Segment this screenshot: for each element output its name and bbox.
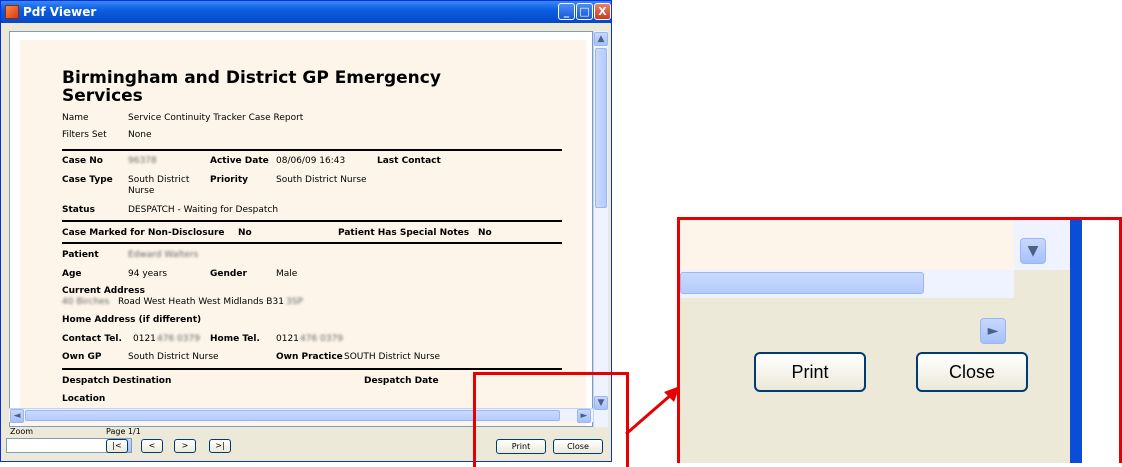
home-tel-prefix: 0121: [276, 334, 299, 344]
window-title: Pdf Viewer: [23, 5, 97, 19]
zoomed-window: ▼ ► Print Close: [680, 220, 1070, 463]
own-gp-value: South District Nurse: [128, 352, 219, 362]
divider: [62, 368, 562, 370]
last-page-button[interactable]: >|: [209, 439, 231, 453]
case-type-value-cont: Nurse: [128, 186, 155, 196]
report-heading: Birmingham and District GP Emergency: [62, 68, 441, 88]
zoomed-print-button: Print: [754, 352, 866, 392]
previous-page-button[interactable]: <: [141, 439, 163, 453]
page-indicator: Page 1/1: [106, 427, 141, 436]
vertical-scrollbar[interactable]: ▲ ▼: [593, 31, 608, 427]
zoomed-page-edge: [680, 220, 1014, 271]
patient-value: Edward Walters: [128, 250, 199, 260]
case-type-label: Case Type: [62, 175, 113, 185]
current-address-value: Road West Heath West Midlands B31: [118, 297, 284, 307]
age-label: Age: [62, 269, 82, 279]
special-notes-value: No: [478, 228, 492, 238]
divider: [62, 242, 562, 244]
zoomed-close-button: Close: [916, 352, 1028, 392]
vertical-scroll-thumb[interactable]: [595, 48, 607, 208]
zoomed-vertical-scrollbar: ▼: [1014, 220, 1070, 270]
name-label: Name: [62, 113, 89, 123]
zoom-label: Zoom: [10, 427, 34, 436]
priority-value: South District Nurse: [276, 175, 367, 185]
age-value: 94 years: [128, 269, 168, 279]
document-viewport[interactable]: Birmingham and District GP Emergency Ser…: [9, 31, 593, 427]
patient-label: Patient: [62, 250, 99, 260]
despatch-destination-label: Despatch Destination: [62, 376, 172, 386]
case-type-value: South District: [128, 175, 190, 185]
status-label: Status: [62, 205, 95, 215]
scroll-left-button[interactable]: ◄: [10, 409, 24, 423]
gender-value: Male: [276, 269, 298, 279]
divider: [62, 149, 562, 151]
filters-label: Filters Set: [62, 130, 107, 140]
priority-label: Priority: [210, 175, 248, 185]
report-heading-cont: Services: [62, 86, 143, 106]
last-contact-label: Last Contact: [377, 156, 441, 166]
own-practice-label: Own Practice: [276, 352, 343, 362]
title-bar[interactable]: Pdf Viewer _ □ X: [1, 1, 611, 23]
zoomed-scroll-down-icon: ▼: [1020, 238, 1046, 264]
first-page-button[interactable]: |<: [106, 439, 128, 453]
minimize-button[interactable]: _: [558, 3, 575, 20]
current-address-postcode: 3SP: [286, 297, 303, 307]
gender-label: Gender: [210, 269, 247, 279]
own-practice-value: SOUTH District Nurse: [344, 352, 441, 362]
app-icon: [5, 5, 19, 19]
case-no-label: Case No: [62, 156, 103, 166]
next-page-button[interactable]: >: [174, 439, 196, 453]
status-value: DESPATCH - Waiting for Despatch: [128, 205, 279, 215]
special-notes-label: Patient Has Special Notes: [338, 228, 470, 238]
contact-tel-label: Contact Tel.: [62, 334, 122, 344]
name-value: Service Continuity Tracker Case Report: [128, 113, 304, 123]
zoomed-horizontal-scrollbar: ►: [680, 270, 1014, 344]
home-tel-value: 476 0379: [300, 334, 343, 344]
active-date-value: 08/06/09 16:43: [276, 156, 346, 166]
filters-value: None: [128, 130, 152, 140]
current-address-house: 40 Birches: [62, 297, 110, 307]
divider: [62, 220, 562, 222]
report-page: Birmingham and District GP Emergency Ser…: [20, 40, 586, 426]
home-tel-label: Home Tel.: [210, 334, 260, 344]
highlight-box: [473, 372, 629, 467]
location-label: Location: [62, 394, 106, 404]
zoomed-scroll-thumb: [680, 272, 924, 294]
nondisclosure-label: Case Marked for Non-Disclosure: [62, 228, 225, 238]
case-no-value: 96378: [128, 156, 157, 166]
despatch-date-label: Despatch Date: [364, 376, 439, 386]
maximize-button[interactable]: □: [576, 3, 593, 20]
home-address-label: Home Address (if different): [62, 315, 202, 325]
scroll-up-button[interactable]: ▲: [594, 32, 608, 46]
zoomed-window-border: [1070, 220, 1082, 463]
current-address-label: Current Address: [62, 286, 145, 296]
nondisclosure-value: No: [238, 228, 252, 238]
zoom-callout: ▼ ► Print Close: [677, 217, 1122, 463]
zoomed-scroll-right-icon: ►: [980, 318, 1006, 344]
own-gp-label: Own GP: [62, 352, 102, 362]
contact-tel-value: 476 0379: [157, 334, 200, 344]
active-date-label: Active Date: [210, 156, 269, 166]
close-window-button[interactable]: X: [594, 3, 611, 20]
contact-tel-prefix: 0121: [133, 334, 156, 344]
